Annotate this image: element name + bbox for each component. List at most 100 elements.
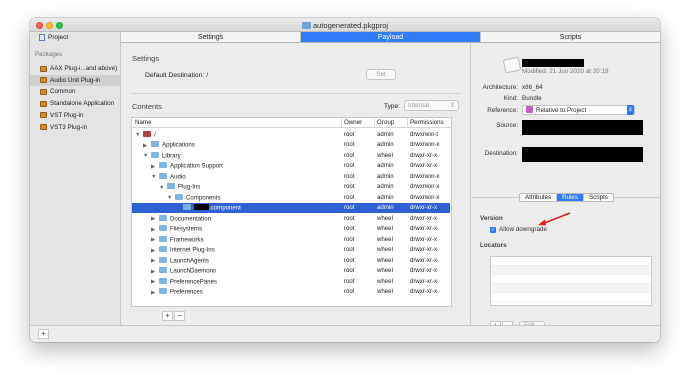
owner-cell: root xyxy=(344,151,355,159)
table-row[interactable]: ▶ LaunchDaemons root wheel drwxr-xr-x xyxy=(132,266,450,277)
disclosure-closed-icon[interactable]: ▶ xyxy=(151,269,159,275)
perms-cell: drwxr-xr-x xyxy=(410,277,438,285)
payload-pane: Settings Default Destination: / Set Cont… xyxy=(121,43,471,325)
group-cell: wheel xyxy=(377,256,393,264)
disclosure-open-icon[interactable]: ▼ xyxy=(167,195,175,201)
owner-cell: root xyxy=(344,204,355,211)
table-row[interactable]: ▶ Applications root admin drwxrwxr-x xyxy=(132,140,450,151)
sidebar-package-item[interactable]: VST Plug-in xyxy=(30,110,121,121)
table-row[interactable]: ▶ Documentation root wheel drwxr-xr-x xyxy=(132,213,450,224)
table-row[interactable]: ▶ Application Support root admin drwxr-xr-x xyxy=(132,161,450,172)
disclosure-closed-icon[interactable]: ▶ xyxy=(151,248,159,254)
add-package-button[interactable]: + xyxy=(38,329,49,339)
group-cell: wheel xyxy=(377,288,393,295)
owner-cell: root xyxy=(344,214,355,222)
locators-header: Locators xyxy=(480,242,507,249)
table-row[interactable]: ▶ LaunchAgents root wheel drwxr-xr-x xyxy=(132,255,450,266)
column-divider xyxy=(407,118,408,128)
locators-table xyxy=(490,256,652,306)
tab-payload[interactable]: Payload xyxy=(301,32,481,42)
type-select[interactable]: Internal ⇕ xyxy=(404,100,459,111)
reference-select[interactable]: Relative to Project ⇕ xyxy=(522,105,635,115)
contents-table: Name Owner Group Permissions ▼ / root admin… xyxy=(131,117,452,307)
segment-attributes[interactable]: Attributes xyxy=(520,194,558,201)
owner-cell: root xyxy=(344,141,355,148)
disclosure-open-icon[interactable]: ▼ xyxy=(151,174,159,180)
disclosure-closed-icon[interactable]: ▶ xyxy=(151,164,159,170)
file-name: Library xyxy=(162,152,181,159)
name-cell: ▶ Filesystems xyxy=(151,225,202,233)
sidebar-package-item[interactable]: VST3 Plug-in xyxy=(30,122,121,133)
file-name: / xyxy=(154,131,156,138)
folder-icon xyxy=(159,288,167,294)
table-row[interactable]: ▶ Frameworks root wheel drwxr-xr-x xyxy=(132,234,450,245)
name-cell: ▶ Internet Plug-Ins xyxy=(151,246,215,254)
sidebar-project-item[interactable]: Project xyxy=(39,34,68,41)
disclosure-closed-icon[interactable]: ▶ xyxy=(143,143,151,149)
table-row[interactable]: ▶ Internet Plug-Ins root wheel drwxr-xr-x xyxy=(132,245,450,256)
sidebar-package-item[interactable]: Standalone Application xyxy=(30,98,121,109)
disclosure-closed-icon[interactable]: ▶ xyxy=(151,258,159,264)
column-header-group[interactable]: Group xyxy=(377,119,394,126)
table-row[interactable]: ▼ Library root wheel drwxr-xr-x xyxy=(132,150,450,161)
column-header-owner[interactable]: Owner xyxy=(344,119,362,126)
group-cell: admin xyxy=(377,130,394,138)
disclosure-open-icon[interactable]: ▼ xyxy=(135,132,143,138)
add-file-button[interactable]: + xyxy=(162,311,173,321)
disclosure-closed-icon[interactable]: ▶ xyxy=(151,290,159,296)
sidebar-package-label: AAX Plug-i...and above) xyxy=(50,65,118,72)
name-cell: ▶ Application Support xyxy=(151,162,223,170)
sidebar-package-item[interactable]: Common xyxy=(30,86,121,97)
modified-value: 21 Jun 2020 at 20:19 xyxy=(549,68,609,75)
column-divider xyxy=(374,118,375,128)
tab-settings[interactable]: Settings xyxy=(121,32,301,42)
type-label: Type: xyxy=(384,103,400,110)
contents-header: Contents xyxy=(132,102,163,111)
file-name: Audio xyxy=(170,173,186,180)
disclosure-open-icon[interactable]: ▼ xyxy=(159,185,167,191)
sidebar-package-item[interactable]: AAX Plug-i...and above) xyxy=(30,63,121,74)
name-cell: ▶ Applications xyxy=(143,141,195,149)
perms-cell: drwxrwxr-x xyxy=(410,193,440,201)
window-title: autogenerated.pkgproj xyxy=(30,21,660,30)
segment-rules[interactable]: Rules xyxy=(557,194,584,201)
perms-cell: drwxr-xr-x xyxy=(410,204,438,211)
table-row[interactable]: ▼ Audio root admin drwxrwxr-x xyxy=(132,171,450,182)
group-cell: wheel xyxy=(377,235,393,243)
table-row[interactable]: ▶ Filesystems root wheel drwxr-xr-x xyxy=(132,224,450,235)
perms-cell: drwxrwxr-x xyxy=(410,172,440,180)
sidebar-package-item[interactable]: Audio Unit Plug-in xyxy=(30,74,121,86)
source-label: Source: xyxy=(496,122,518,129)
disclosure-open-icon[interactable]: ▼ xyxy=(143,153,151,159)
segment-scripts[interactable]: Scripts xyxy=(584,194,613,201)
table-row[interactable]: ▶ Preferences root wheel drwxr-xr-x xyxy=(132,287,450,298)
disclosure-closed-icon[interactable]: ▶ xyxy=(151,279,159,285)
table-row[interactable]: ▶ PreferencePanes root wheel drwxr-xr-x xyxy=(132,276,450,287)
section-divider xyxy=(131,93,461,94)
group-cell: admin xyxy=(377,193,394,201)
allow-downgrade-checkbox[interactable]: ✓ Allow downgrade xyxy=(490,226,547,233)
table-row[interactable]: ▼ Plug-Ins root admin drwxrwxr-x xyxy=(132,182,450,193)
file-name: Filesystems xyxy=(170,225,203,233)
table-row[interactable]: .component root admin drwxr-xr-x xyxy=(132,202,450,213)
allow-downgrade-label: Allow downgrade xyxy=(499,226,547,233)
column-header-permissions[interactable]: Permissions xyxy=(410,119,444,126)
column-divider xyxy=(341,118,342,128)
bottom-bar: + xyxy=(30,325,660,342)
remove-file-button[interactable]: − xyxy=(174,311,185,321)
table-row[interactable]: ▼ Components root admin drwxrwxr-x xyxy=(132,192,450,203)
sidebar: Project Packages AAX Plug-i...and above)… xyxy=(30,32,121,325)
disclosure-closed-icon[interactable]: ▶ xyxy=(151,237,159,243)
reference-label: Reference: xyxy=(487,107,518,114)
disclosure-closed-icon[interactable]: ▶ xyxy=(151,227,159,233)
owner-cell: root xyxy=(344,288,355,295)
file-name: Application Support xyxy=(170,162,223,170)
name-cell: .component xyxy=(175,204,241,212)
set-destination-button[interactable]: Set xyxy=(366,69,396,80)
folder-icon xyxy=(151,141,159,147)
table-row[interactable]: ▼ / root admin drwxrwxr-t xyxy=(132,129,450,140)
group-cell: wheel xyxy=(377,277,393,285)
tab-scripts[interactable]: Scripts xyxy=(481,32,660,42)
column-header-name[interactable]: Name xyxy=(135,119,152,126)
disclosure-closed-icon[interactable]: ▶ xyxy=(151,216,159,222)
